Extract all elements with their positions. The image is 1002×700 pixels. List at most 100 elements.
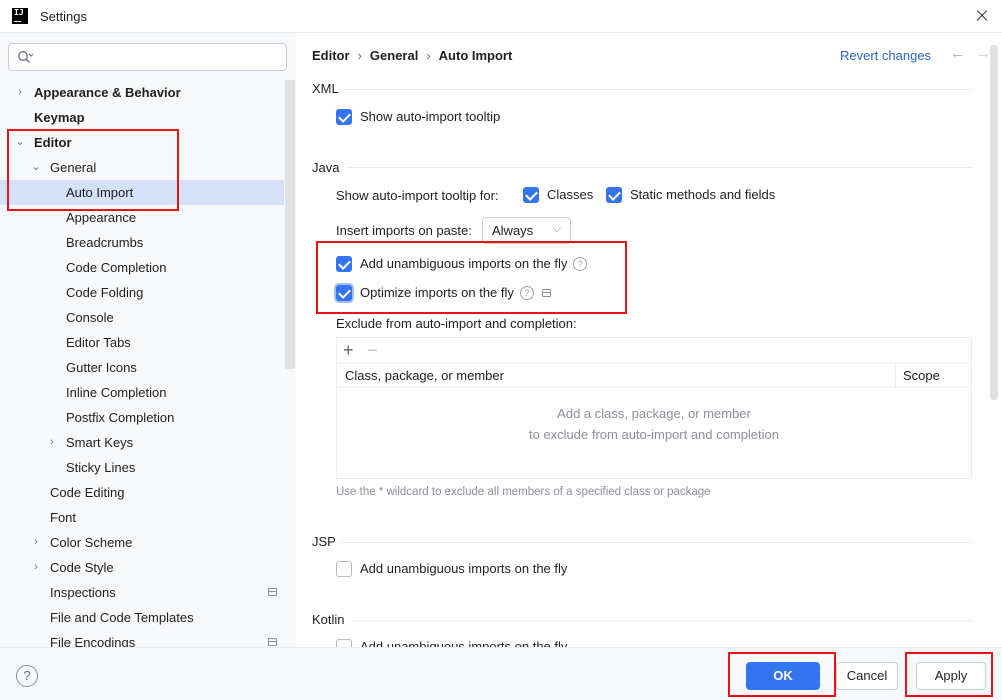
sidebar-item-file-encodings[interactable]: File Encodings bbox=[0, 630, 284, 647]
sidebar-item-label: General bbox=[50, 160, 97, 175]
checkbox-checked-icon[interactable] bbox=[336, 255, 352, 272]
sidebar-item-editor-tabs[interactable]: Editor Tabs bbox=[0, 330, 284, 355]
apply-button[interactable]: Apply bbox=[916, 662, 986, 690]
sidebar-item-code-completion[interactable]: Code Completion bbox=[0, 255, 284, 280]
sidebar-item-label: Postfix Completion bbox=[66, 410, 175, 425]
help-button[interactable]: ? bbox=[16, 665, 38, 687]
optimize-imports-checkbox[interactable]: Optimize imports on the fly? bbox=[336, 282, 551, 304]
column-header-member[interactable]: Class, package, or member bbox=[345, 368, 504, 383]
search-input[interactable] bbox=[39, 48, 279, 66]
kotlin-add-unambiguous-label: Add unambiguous imports on the fly bbox=[360, 639, 568, 647]
section-title-java: Java bbox=[312, 160, 340, 175]
project-scope-icon bbox=[541, 288, 551, 297]
chevron-right-icon[interactable]: › bbox=[14, 80, 26, 105]
sidebar-item-label: Smart Keys bbox=[66, 435, 134, 450]
xml-show-tooltip-label: Show auto-import tooltip bbox=[360, 109, 501, 124]
help-icon[interactable]: ? bbox=[573, 256, 588, 271]
chevron-right-icon[interactable]: › bbox=[30, 530, 42, 555]
column-divider bbox=[895, 364, 896, 388]
intellij-logo-icon: IJ bbox=[12, 8, 28, 24]
sidebar-scrollbar[interactable] bbox=[285, 80, 295, 369]
checkbox-checked-icon[interactable] bbox=[523, 186, 539, 203]
breadcrumb-item-editor[interactable]: Editor bbox=[312, 48, 350, 63]
checkbox-checked-icon[interactable] bbox=[336, 284, 352, 301]
sidebar-item-auto-import[interactable]: Auto Import bbox=[0, 180, 284, 205]
sidebar-item-breadcrumbs[interactable]: Breadcrumbs bbox=[0, 230, 284, 255]
chevron-down-icon[interactable]: ⌄ bbox=[14, 130, 26, 155]
sidebar-item-sticky-lines[interactable]: Sticky Lines bbox=[0, 455, 284, 480]
ok-button[interactable]: OK bbox=[746, 662, 820, 690]
sidebar-item-gutter-icons[interactable]: Gutter Icons bbox=[0, 355, 284, 380]
static-methods-label: Static methods and fields bbox=[630, 187, 776, 202]
title-bar: IJ Settings bbox=[0, 0, 1002, 33]
section-divider bbox=[352, 620, 972, 621]
sidebar-item-inline-completion[interactable]: Inline Completion bbox=[0, 380, 284, 405]
exclude-label: Exclude from auto-import and completion: bbox=[336, 316, 577, 331]
sidebar-item-label: Gutter Icons bbox=[66, 360, 137, 375]
sidebar-item-color-scheme[interactable]: › Color Scheme bbox=[0, 530, 284, 555]
static-methods-checkbox[interactable]: Static methods and fields bbox=[606, 184, 775, 206]
jsp-add-unambiguous-checkbox[interactable]: Add unambiguous imports on the fly bbox=[336, 558, 567, 580]
settings-tree: › Appearance & Behavior Keymap ⌄ Editor ⌄ Gene… bbox=[0, 80, 284, 647]
main-panel: Editor › General › Auto Import Revert change… bbox=[296, 33, 1002, 647]
table-header: Class, package, or member Scope bbox=[337, 364, 971, 388]
section-divider bbox=[348, 167, 972, 168]
sidebar-item-console[interactable]: Console bbox=[0, 305, 284, 330]
sidebar-item-appearance[interactable]: Appearance bbox=[0, 205, 284, 230]
chevron-right-icon[interactable]: › bbox=[30, 555, 42, 580]
sidebar-item-font[interactable]: Font bbox=[0, 505, 284, 530]
insert-on-paste-dropdown[interactable]: Always ⌵ bbox=[482, 217, 571, 244]
sidebar-item-label: File Encodings bbox=[50, 635, 136, 647]
settings-sidebar: › Appearance & Behavior Keymap ⌄ Editor ⌄ Gene… bbox=[0, 33, 296, 647]
sidebar-item-code-style[interactable]: › Code Style bbox=[0, 555, 284, 580]
remove-icon[interactable]: − bbox=[367, 341, 383, 359]
window-title: Settings bbox=[40, 9, 87, 24]
sidebar-item-smart-keys[interactable]: › Smart Keys bbox=[0, 430, 284, 455]
breadcrumb-item-general[interactable]: General bbox=[370, 48, 418, 63]
sidebar-item-label: Appearance & Behavior bbox=[34, 85, 181, 100]
tooltip-for-label: Show auto-import tooltip for: bbox=[336, 188, 499, 203]
cancel-button[interactable]: Cancel bbox=[836, 662, 898, 690]
chevron-down-icon[interactable]: ⌄ bbox=[30, 155, 42, 180]
checkbox-unchecked-icon[interactable] bbox=[336, 560, 352, 577]
sidebar-item-file-and-code-templates[interactable]: File and Code Templates bbox=[0, 605, 284, 630]
sidebar-item-code-editing[interactable]: Code Editing bbox=[0, 480, 284, 505]
add-icon[interactable]: + bbox=[343, 341, 359, 359]
checkbox-checked-icon[interactable] bbox=[336, 108, 352, 125]
xml-show-tooltip-checkbox[interactable]: Show auto-import tooltip bbox=[336, 106, 500, 128]
sidebar-item-label: Inspections bbox=[50, 585, 116, 600]
jsp-add-unambiguous-label: Add unambiguous imports on the fly bbox=[360, 561, 568, 576]
section-title-jsp: JSP bbox=[312, 534, 336, 549]
table-empty-text: Add a class, package, or member bbox=[557, 406, 751, 421]
sidebar-item-appearance-behavior[interactable]: › Appearance & Behavior bbox=[0, 80, 284, 105]
column-header-scope[interactable]: Scope bbox=[903, 368, 940, 383]
add-unambiguous-checkbox[interactable]: Add unambiguous imports on the fly? bbox=[336, 253, 588, 275]
main-scrollbar[interactable] bbox=[990, 45, 998, 400]
search-box[interactable] bbox=[8, 43, 287, 71]
sidebar-item-label: Console bbox=[66, 310, 114, 325]
table-toolbar: + − bbox=[337, 338, 971, 364]
sidebar-item-general[interactable]: ⌄ General bbox=[0, 155, 284, 180]
checkbox-checked-icon[interactable] bbox=[606, 186, 622, 203]
sidebar-item-label: Code Folding bbox=[66, 285, 144, 300]
sidebar-item-keymap[interactable]: Keymap bbox=[0, 105, 284, 130]
breadcrumb-separator-icon: › bbox=[426, 48, 431, 63]
help-icon[interactable]: ? bbox=[519, 285, 534, 300]
sidebar-item-code-folding[interactable]: Code Folding bbox=[0, 280, 284, 305]
section-title-kotlin: Kotlin bbox=[312, 612, 345, 627]
chevron-right-icon[interactable]: › bbox=[46, 430, 58, 455]
kotlin-add-unambiguous-checkbox[interactable]: Add unambiguous imports on the fly bbox=[336, 636, 567, 647]
sidebar-item-inspections[interactable]: Inspections bbox=[0, 580, 284, 605]
sidebar-item-label: File and Code Templates bbox=[50, 610, 194, 625]
sidebar-item-label: Editor Tabs bbox=[66, 335, 131, 350]
back-arrow-icon[interactable]: ← bbox=[950, 45, 968, 65]
classes-checkbox[interactable]: Classes bbox=[523, 184, 593, 206]
classes-label: Classes bbox=[547, 187, 594, 202]
sidebar-item-label: Auto Import bbox=[66, 185, 134, 200]
sidebar-item-postfix-completion[interactable]: Postfix Completion bbox=[0, 405, 284, 430]
sidebar-item-label: Editor bbox=[34, 135, 72, 150]
sidebar-item-editor[interactable]: ⌄ Editor bbox=[0, 130, 284, 155]
checkbox-unchecked-icon[interactable] bbox=[336, 638, 352, 647]
close-icon[interactable] bbox=[970, 4, 994, 28]
revert-changes-link[interactable]: Revert changes bbox=[840, 48, 931, 63]
